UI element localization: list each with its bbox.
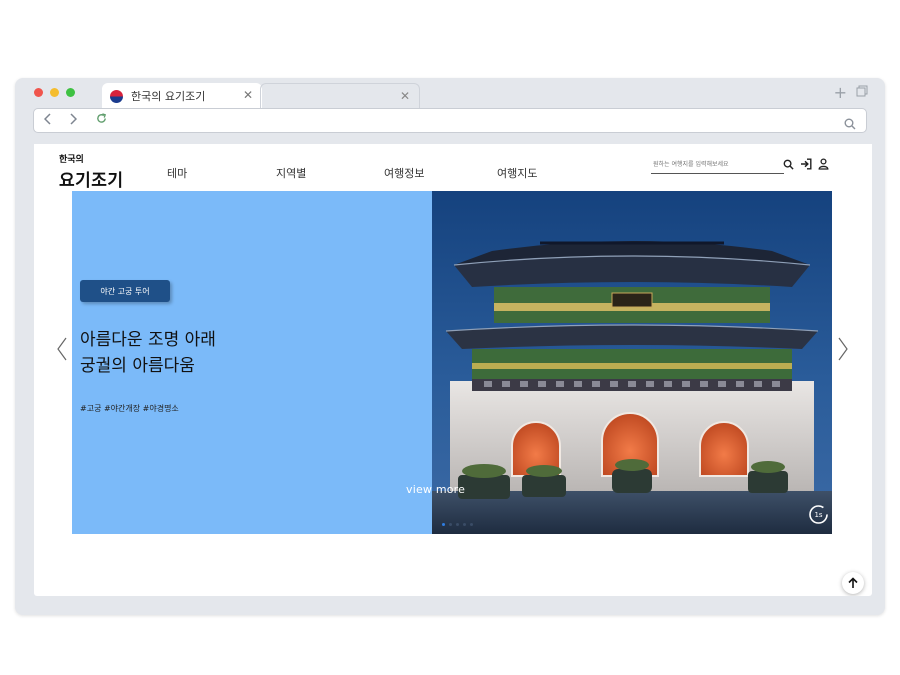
slider-next-arrow[interactable] — [837, 337, 849, 361]
forward-icon[interactable] — [69, 113, 78, 129]
nav-item-region[interactable]: 지역별 — [276, 165, 306, 181]
hero-image — [432, 191, 832, 534]
browser-window: 한국의 요기조기 ✕ ✕ + 한국의 요기조기 테마 지역별 여행정보 여행지도 — [15, 78, 885, 615]
logo-big-text: 요기조기 — [59, 171, 124, 191]
restore-window-icon[interactable] — [856, 85, 868, 100]
hero-headline-line1: 아름다운 조명 아래 — [80, 330, 216, 350]
hero-badge[interactable]: 야간 고궁 투어 — [80, 280, 170, 302]
pagination-dot[interactable] — [463, 523, 466, 526]
site-logo[interactable]: 한국의 요기조기 — [59, 152, 124, 191]
search-icon[interactable] — [844, 115, 856, 130]
back-icon[interactable] — [43, 113, 52, 129]
nav-item-theme[interactable]: 테마 — [167, 165, 187, 181]
search-input[interactable] — [651, 155, 784, 174]
hero-slider: 야간 고궁 투어 아름다운 조명 아래 궁궐의 아름다움 #고궁 #야간개장 #… — [72, 191, 832, 534]
search-icon[interactable] — [783, 155, 795, 170]
hero-tags: #고궁 #야간개장 #야경명소 — [80, 404, 179, 413]
arrow-up-icon — [848, 577, 858, 588]
window-minimize-dot[interactable] — [50, 88, 59, 97]
window-maximize-dot[interactable] — [66, 88, 75, 97]
address-bar[interactable] — [33, 108, 867, 133]
nav-item-travel-info[interactable]: 여행정보 — [384, 165, 424, 181]
pagination-dot[interactable] — [449, 523, 452, 526]
pagination-dot[interactable] — [456, 523, 459, 526]
reload-icon[interactable] — [96, 113, 107, 128]
hero-text-panel: 야간 고궁 투어 아름다운 조명 아래 궁궐의 아름다움 #고궁 #야간개장 #… — [72, 191, 432, 534]
tab-active[interactable]: 한국의 요기조기 ✕ — [102, 83, 262, 109]
nav-item-travel-map[interactable]: 여행지도 — [497, 165, 537, 181]
logo-small-text: 한국의 — [59, 155, 84, 165]
new-tab-icon[interactable]: + — [834, 83, 847, 102]
tab-title: 한국의 요기조기 — [131, 90, 206, 103]
tab-inactive[interactable]: ✕ — [260, 83, 420, 109]
hero-headline-line2: 궁궐의 아름다움 — [80, 356, 195, 376]
user-icon[interactable] — [818, 155, 830, 170]
page-viewport: 한국의 요기조기 테마 지역별 여행정보 여행지도 야간 고궁 투어 아름다운 — [34, 144, 872, 596]
pagination-dot[interactable] — [470, 523, 473, 526]
login-icon[interactable] — [800, 155, 812, 170]
tab-close-icon[interactable]: ✕ — [400, 89, 410, 103]
view-more-link[interactable]: view more — [406, 483, 465, 496]
slider-prev-arrow[interactable] — [56, 337, 68, 361]
window-close-dot[interactable] — [34, 88, 43, 97]
hero-headline: 아름다운 조명 아래 궁궐의 아름다움 — [80, 327, 216, 379]
autoplay-timer[interactable]: 1s — [808, 504, 829, 525]
timer-label: 1s — [814, 511, 822, 519]
korean-flag-icon — [110, 89, 123, 103]
palace-gate-image — [432, 191, 832, 534]
tab-close-icon[interactable]: ✕ — [243, 88, 253, 102]
scroll-to-top-button[interactable] — [842, 572, 864, 594]
slider-pagination — [442, 523, 473, 526]
pagination-dot[interactable] — [442, 523, 445, 526]
